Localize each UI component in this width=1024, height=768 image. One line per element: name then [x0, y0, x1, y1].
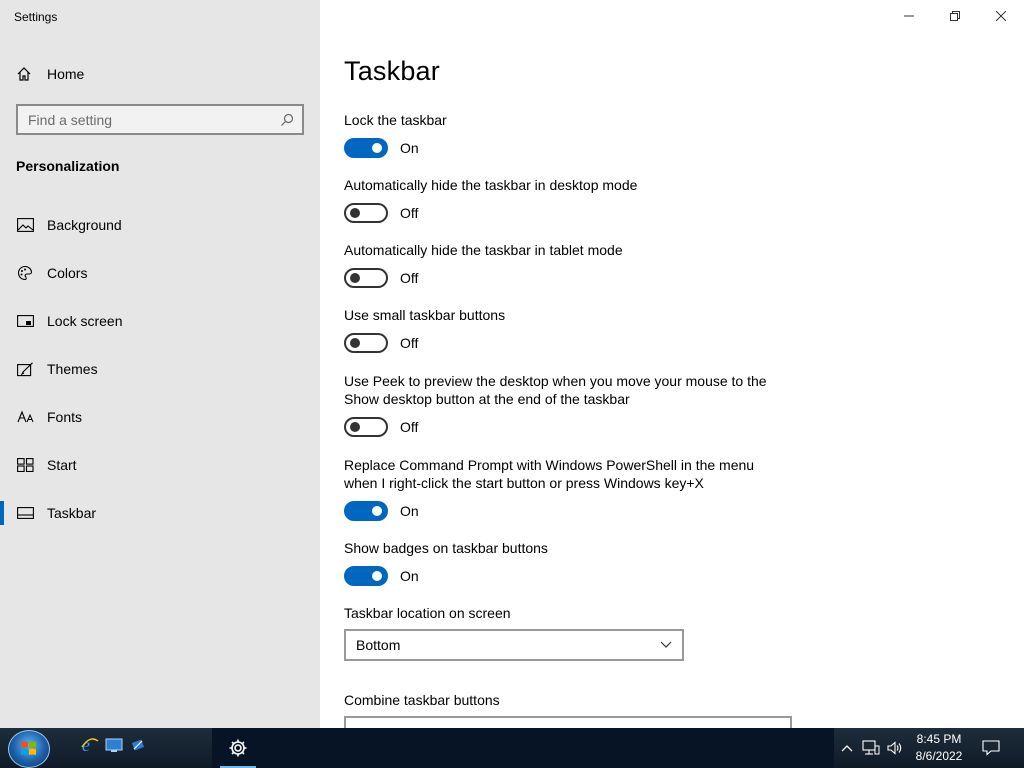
toggle-switch[interactable] — [344, 138, 388, 158]
sidebar-item-label: Fonts — [47, 409, 83, 425]
notification-icon — [982, 740, 1000, 756]
sidebar-item-lock-screen[interactable]: Lock screen — [0, 301, 320, 341]
search-input[interactable] — [28, 111, 280, 128]
tray-overflow-button[interactable] — [838, 728, 856, 768]
notifications-button[interactable] — [980, 728, 1002, 768]
setting-label: Taskbar location on screen — [344, 605, 511, 621]
sidebar: Settings Home Personalization Background… — [0, 0, 320, 728]
main-panel: Taskbar Lock the taskbar On Automaticall… — [320, 0, 1024, 728]
setting-autohide-tablet: Automatically hide the taskbar in tablet… — [344, 241, 784, 259]
sidebar-item-taskbar[interactable]: Taskbar — [0, 493, 320, 533]
start-button[interactable] — [8, 730, 50, 768]
picture-icon — [16, 216, 34, 234]
start-icon — [16, 456, 34, 474]
lock-screen-icon — [16, 312, 34, 330]
setting-label: Combine taskbar buttons — [344, 692, 500, 708]
sidebar-item-themes[interactable]: Themes — [0, 349, 320, 389]
switch-windows-icon — [131, 739, 145, 751]
setting-small-buttons: Use small taskbar buttons — [344, 306, 784, 324]
setting-autohide-desktop: Automatically hide the taskbar in deskto… — [344, 176, 784, 194]
home-label: Home — [47, 66, 85, 82]
switch-windows-quicklaunch[interactable] — [128, 735, 148, 755]
toggle-state: On — [400, 140, 419, 156]
clock-time: 8:45 PM — [916, 732, 962, 746]
gear-icon — [229, 739, 247, 757]
fonts-icon — [16, 408, 34, 426]
toggle-state: On — [400, 503, 419, 519]
sidebar-item-colors[interactable]: Colors — [0, 253, 320, 293]
sidebar-item-background[interactable]: Background — [0, 205, 320, 245]
search-box[interactable] — [16, 104, 304, 135]
home-link[interactable]: Home — [16, 62, 84, 86]
sidebar-item-start[interactable]: Start — [0, 445, 320, 485]
taskbar-icon — [16, 504, 34, 522]
sidebar-item-label: Background — [47, 217, 122, 233]
setting-label: Use Peek to preview the desktop when you… — [344, 373, 767, 407]
toggle-autohide-desktop[interactable]: Off — [344, 203, 418, 223]
taskbar-settings-app[interactable] — [216, 728, 260, 768]
setting-label: Replace Command Prompt with Windows Powe… — [344, 457, 755, 491]
setting-label: Use small taskbar buttons — [344, 307, 506, 323]
toggle-switch[interactable] — [344, 268, 388, 288]
toggle-state: On — [400, 568, 419, 584]
toggle-state: Off — [400, 270, 419, 286]
network-tray[interactable] — [860, 728, 882, 768]
setting-label: Lock the taskbar — [344, 112, 447, 128]
search-icon[interactable] — [280, 113, 294, 127]
app-title: Settings — [14, 10, 58, 24]
toggle-lock-taskbar[interactable]: On — [344, 138, 419, 158]
setting-location: Taskbar location on screen — [344, 604, 784, 622]
sidebar-item-label: Lock screen — [47, 313, 123, 329]
toggle-small-buttons[interactable]: Off — [344, 333, 418, 353]
setting-powershell: Replace Command Prompt with Windows Powe… — [344, 456, 774, 492]
toggle-state: Off — [400, 335, 419, 351]
page-title: Taskbar — [344, 56, 440, 86]
setting-label: Automatically hide the taskbar in deskto… — [344, 177, 638, 193]
taskbar-apps-region — [212, 728, 834, 768]
toggle-switch[interactable] — [344, 566, 388, 586]
desktop-quicklaunch[interactable] — [104, 735, 124, 755]
themes-icon — [16, 360, 34, 378]
setting-lock-taskbar: Lock the taskbar — [344, 111, 784, 129]
toggle-switch[interactable] — [344, 417, 388, 437]
toggle-peek[interactable]: Off — [344, 417, 418, 437]
show-desktop-icon — [105, 738, 123, 752]
toggle-switch[interactable] — [344, 501, 388, 521]
chevron-up-icon — [841, 745, 853, 752]
toggle-state: Off — [400, 419, 419, 435]
internet-explorer-icon: e — [81, 735, 99, 755]
toggle-switch[interactable] — [344, 333, 388, 353]
sidebar-item-fonts[interactable]: Fonts — [0, 397, 320, 437]
toggle-badges[interactable]: On — [344, 566, 419, 586]
toggle-switch[interactable] — [344, 203, 388, 223]
palette-icon — [16, 264, 34, 282]
dropdown-value: Bottom — [356, 637, 401, 653]
setting-label: Show badges on taskbar buttons — [344, 540, 548, 556]
section-heading: Personalization — [16, 158, 120, 174]
setting-badges: Show badges on taskbar buttons — [344, 539, 784, 557]
setting-combine: Combine taskbar buttons — [344, 691, 784, 709]
sidebar-item-label: Start — [47, 457, 77, 473]
location-dropdown[interactable]: Bottom — [344, 629, 684, 661]
setting-label: Automatically hide the taskbar in tablet… — [344, 242, 623, 258]
toggle-powershell[interactable]: On — [344, 501, 419, 521]
toggle-state: Off — [400, 205, 419, 221]
ie-quicklaunch[interactable]: e — [80, 735, 100, 755]
taskbar-clock[interactable]: 8:45 PM 8/6/2022 — [900, 731, 978, 765]
sidebar-item-label: Colors — [47, 265, 88, 281]
toggle-autohide-tablet[interactable]: Off — [344, 268, 418, 288]
setting-peek: Use Peek to preview the desktop when you… — [344, 372, 774, 408]
sidebar-item-label: Taskbar — [47, 505, 97, 521]
combine-dropdown[interactable] — [344, 716, 792, 728]
clock-date: 8/6/2022 — [915, 749, 963, 763]
sidebar-item-label: Themes — [47, 361, 98, 377]
network-icon — [862, 740, 880, 755]
windows-logo-icon — [21, 741, 36, 755]
chevron-down-icon — [660, 641, 672, 648]
home-icon — [17, 67, 31, 81]
